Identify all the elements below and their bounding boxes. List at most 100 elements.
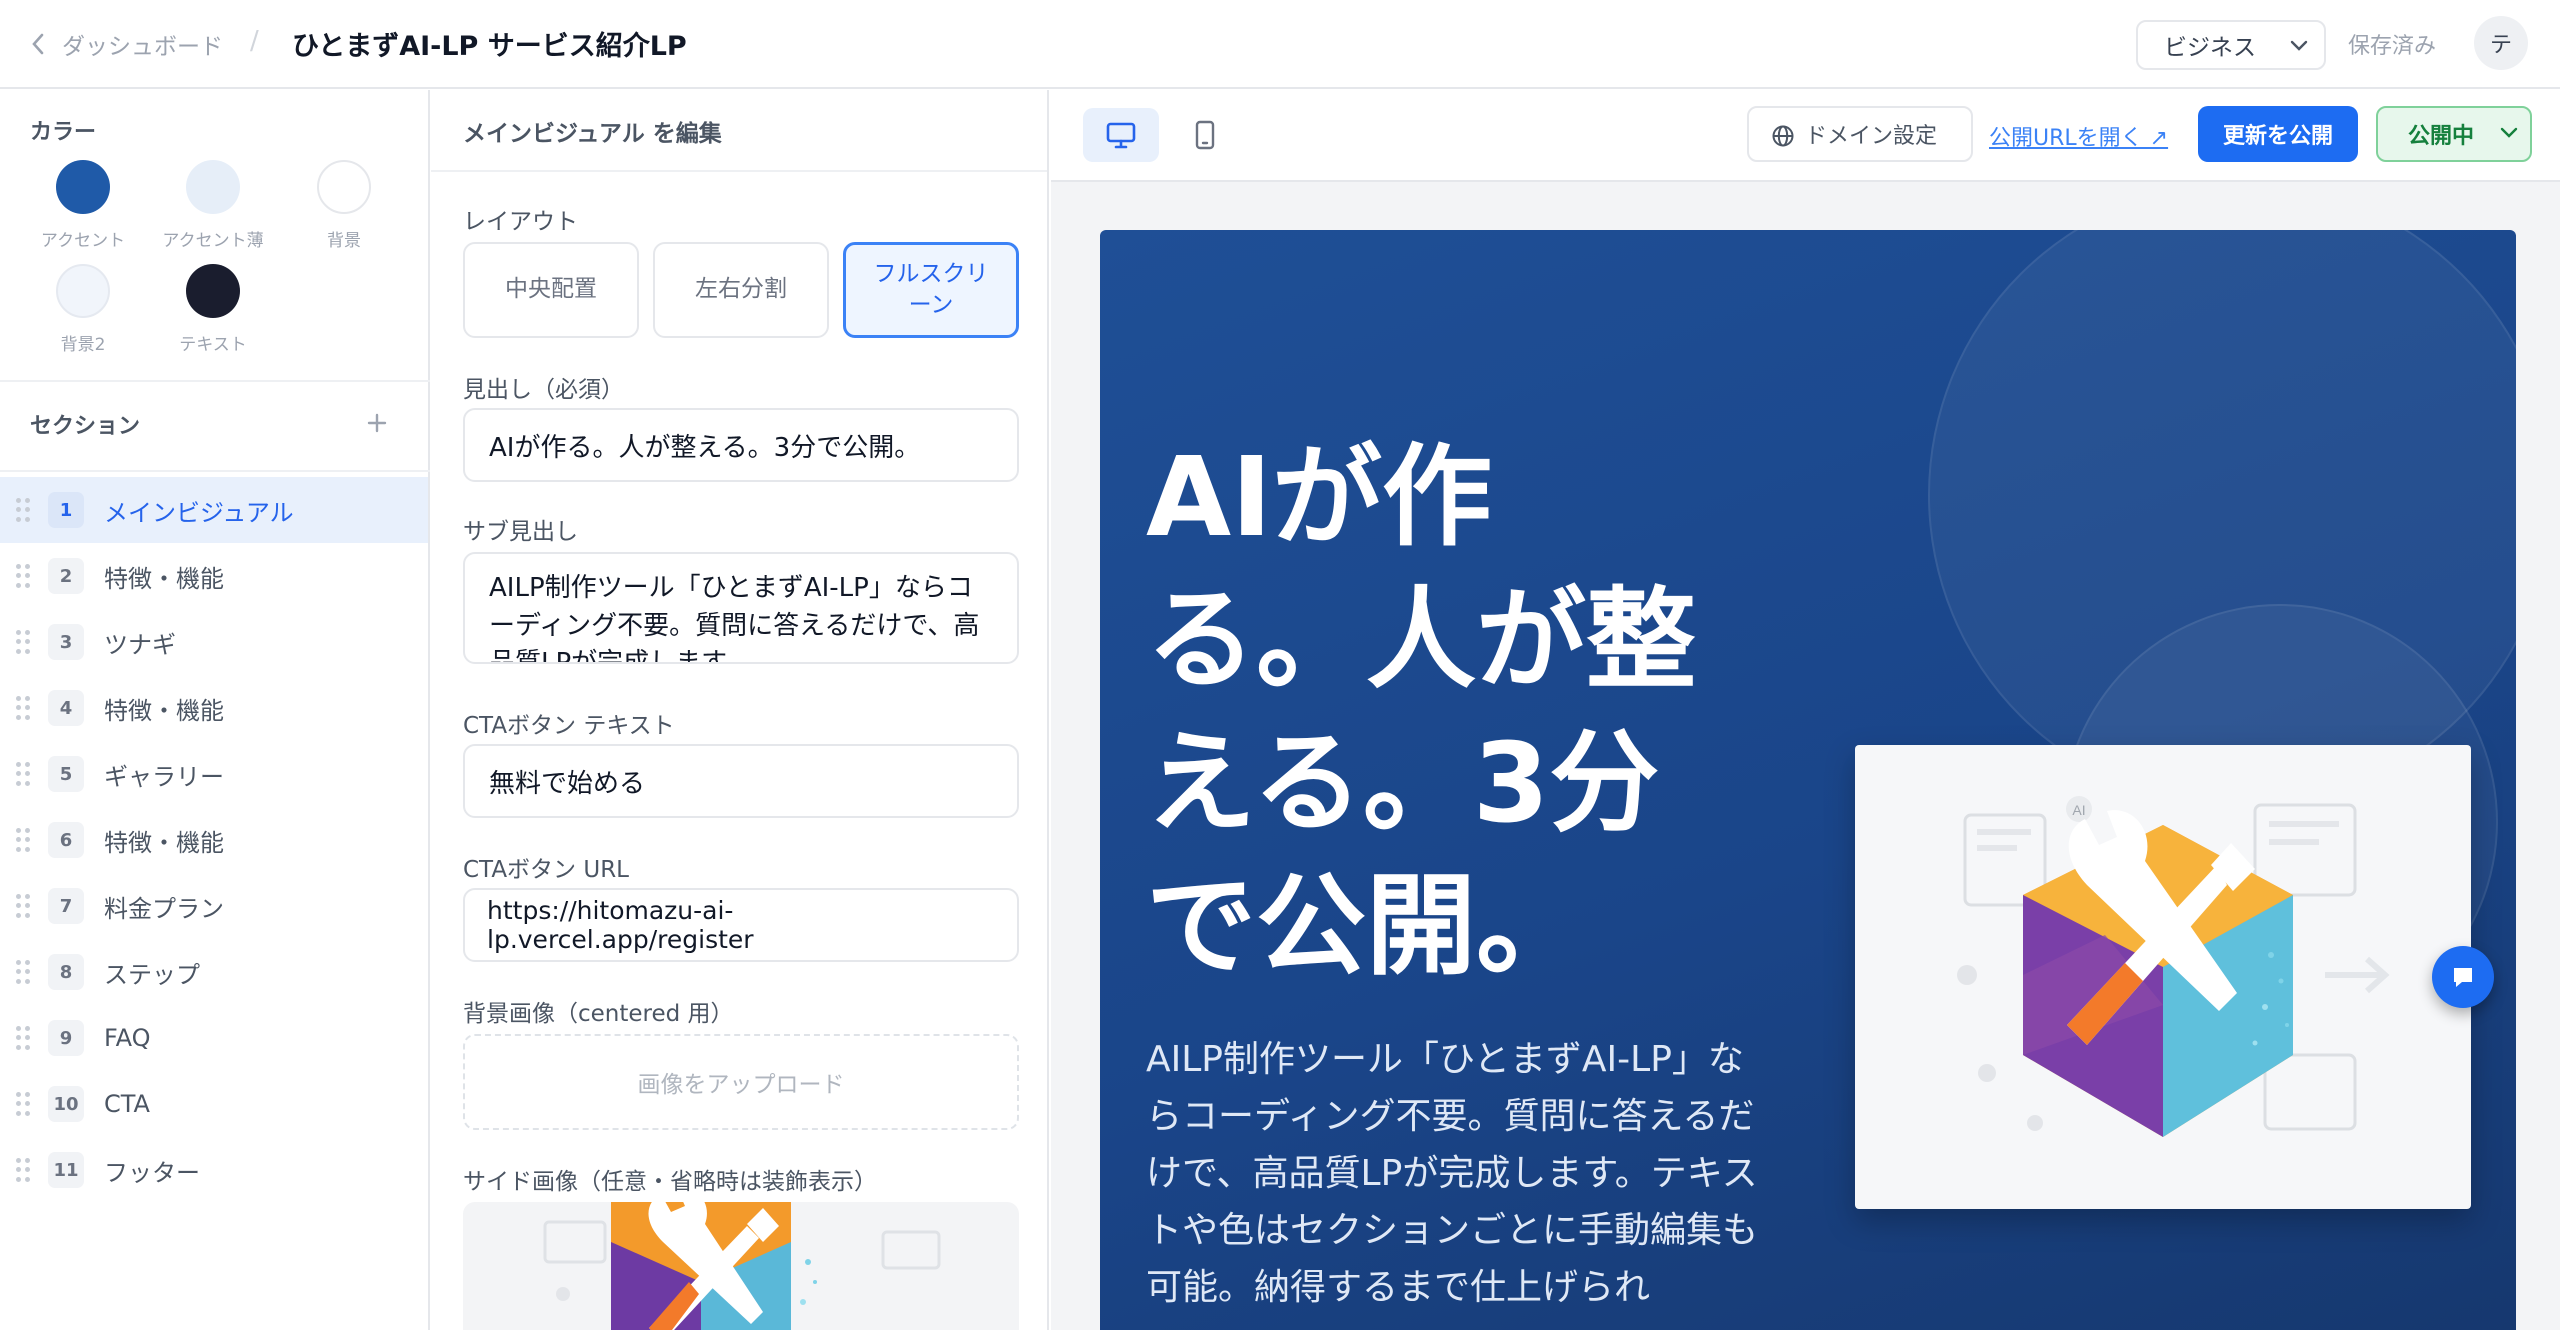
chevron-down-icon	[2290, 40, 2308, 51]
layout-option-fullscreen[interactable]: フルスクリーン	[843, 242, 1019, 338]
subheadline-textarea[interactable]: AILP制作ツール「ひとまずAI-LP」ならコーディング不要。質問に答えるだけで…	[463, 552, 1019, 664]
drag-handle-icon[interactable]	[16, 894, 30, 918]
cta-text-label: CTAボタン テキスト	[463, 713, 675, 739]
chevron-down-icon	[2500, 127, 2518, 138]
drag-handle-icon[interactable]	[16, 828, 30, 852]
drag-handle-icon[interactable]	[16, 630, 30, 654]
drag-handle-icon[interactable]	[16, 762, 30, 786]
section-number: 7	[48, 888, 84, 924]
swatch-circle	[317, 160, 371, 214]
top-bar: ダッシュボード / ひとまずAI-LP サービス紹介LP ビジネス 保存済み テ	[0, 0, 2560, 89]
domain-settings-label: ドメイン設定	[1805, 124, 1938, 149]
editor-title: メインビジュアル を編集	[463, 121, 722, 147]
section-number: 8	[48, 954, 84, 990]
drag-handle-icon[interactable]	[16, 960, 30, 984]
domain-settings-button[interactable]: ドメイン設定	[1747, 106, 1973, 162]
back-link-label: ダッシュボード	[62, 34, 223, 60]
sections-heading: セクション	[30, 414, 141, 439]
section-number: 10	[48, 1086, 84, 1122]
section-item-features[interactable]: 4 特徴・機能	[0, 675, 428, 741]
color-swatch-background[interactable]: 背景	[279, 160, 409, 251]
section-item-bridge[interactable]: 3 ツナギ	[0, 609, 428, 675]
hero-subtext: AILP制作ツール「ひとまずAI-LP」ならコーディング不要。質問に答えるだけで…	[1146, 1039, 1759, 1308]
drag-handle-icon[interactable]	[16, 1092, 30, 1116]
smartphone-icon	[1195, 120, 1215, 150]
section-item-steps[interactable]: 8 ステップ	[0, 939, 428, 1005]
preview-toolbar: ドメイン設定 公開URLを開く ↗ 更新を公開 公開中	[1051, 90, 2560, 182]
layout-label: レイアウト	[463, 209, 578, 235]
side-image-label: サイド画像（任意・省略時は装飾表示）	[463, 1169, 877, 1195]
chat-bubble-icon	[2454, 968, 2472, 987]
chat-button[interactable]	[2432, 946, 2494, 1008]
section-item-pricing[interactable]: 7 料金プラン	[0, 873, 428, 939]
drag-handle-icon[interactable]	[16, 564, 30, 588]
swatch-circle	[186, 160, 240, 214]
plan-select[interactable]: ビジネス	[2136, 20, 2326, 70]
plus-icon[interactable]	[362, 408, 392, 438]
headline-label: 見出し（必須）	[463, 377, 624, 403]
section-number: 11	[48, 1152, 84, 1188]
save-status: 保存済み	[2348, 34, 2437, 59]
plan-select-value: ビジネス	[2164, 35, 2256, 61]
section-number: 4	[48, 690, 84, 726]
publish-status-select[interactable]: 公開中	[2376, 106, 2532, 162]
swatch-circle	[56, 160, 110, 214]
color-swatch-background2[interactable]: 背景2	[18, 264, 148, 355]
section-item-features[interactable]: 6 特徴・機能	[0, 807, 428, 873]
cta-text-input[interactable]: 無料で始める	[463, 744, 1019, 818]
section-label: 特徴・機能	[104, 696, 224, 725]
open-public-url-link[interactable]: 公開URLを開く ↗	[1989, 120, 2168, 152]
cta-url-label: CTAボタン URL	[463, 857, 629, 883]
upload-dropzone[interactable]: 画像をアップロード	[463, 1034, 1019, 1130]
section-item-footer[interactable]: 11 フッター	[0, 1137, 428, 1203]
section-item-features[interactable]: 2 特徴・機能	[0, 543, 428, 609]
section-number: 3	[48, 624, 84, 660]
section-label: ギャラリー	[104, 762, 224, 791]
swatch-label: 背景2	[60, 335, 106, 355]
swatch-label: アクセント	[40, 231, 126, 251]
drag-handle-icon[interactable]	[16, 1158, 30, 1182]
headline-input[interactable]: AIが作る。人が整える。3分で公開。	[463, 408, 1019, 482]
hexagon-tool-illustration	[543, 1202, 941, 1330]
drag-handle-icon[interactable]	[16, 1026, 30, 1050]
drag-handle-icon[interactable]	[16, 696, 30, 720]
section-label: CTA	[104, 1090, 150, 1118]
layout-option-centered[interactable]: 中央配置	[463, 242, 639, 338]
section-label: FAQ	[104, 1024, 151, 1052]
cta-url-input[interactable]: https://hitomazu-ai-lp.vercel.app/regist…	[463, 888, 1019, 962]
desktop-view-button[interactable]	[1083, 108, 1159, 162]
subheadline-label: サブ見出し	[463, 519, 578, 545]
swatch-circle	[186, 264, 240, 318]
swatch-label: テキスト	[179, 335, 247, 355]
ai-badge: AI	[2072, 802, 2085, 818]
back-to-dashboard-link[interactable]: ダッシュボード	[30, 24, 223, 64]
sidebar: カラー アクセント アクセント薄 背景 背景2 テキスト セクション 1 メイン…	[0, 90, 430, 1330]
color-swatch-text[interactable]: テキスト	[148, 264, 278, 355]
section-label: 特徴・機能	[104, 828, 224, 857]
side-image-thumbnail[interactable]	[463, 1202, 1019, 1330]
bg-image-label: 背景画像（centered 用）	[463, 1001, 734, 1027]
section-label: 料金プラン	[104, 894, 224, 923]
hexagon-tool-illustration: AI	[1957, 796, 2390, 1137]
hero-preview: AIが作る。人が整える。3分で公開。 AILP制作ツール「ひとまずAI-LP」な…	[1100, 230, 2516, 1330]
section-item-gallery[interactable]: 5 ギャラリー	[0, 741, 428, 807]
publish-update-button[interactable]: 更新を公開	[2198, 106, 2358, 162]
publish-status-value: 公開中	[2408, 124, 2475, 149]
layout-option-split[interactable]: 左右分割	[653, 242, 829, 338]
section-label: メインビジュアル	[104, 498, 294, 527]
section-item-main-visual[interactable]: 1 メインビジュアル	[0, 477, 428, 543]
section-number: 1	[48, 492, 84, 528]
mobile-view-button[interactable]	[1167, 108, 1243, 162]
globe-icon	[1772, 125, 1794, 147]
drag-handle-icon[interactable]	[16, 498, 30, 522]
section-editor-panel: メインビジュアル を編集 レイアウト 中央配置 左右分割 フルスクリーン 見出し…	[431, 90, 1049, 1330]
color-swatch-accent-light[interactable]: アクセント薄	[148, 160, 278, 251]
section-label: ステップ	[104, 960, 200, 989]
color-swatch-accent[interactable]: アクセント	[18, 160, 148, 251]
section-number: 2	[48, 558, 84, 594]
user-avatar[interactable]: テ	[2474, 16, 2528, 70]
section-item-cta[interactable]: 10 CTA	[0, 1071, 428, 1137]
section-label: フッター	[104, 1158, 200, 1187]
swatch-label: アクセント薄	[162, 231, 264, 251]
section-item-faq[interactable]: 9 FAQ	[0, 1005, 428, 1071]
